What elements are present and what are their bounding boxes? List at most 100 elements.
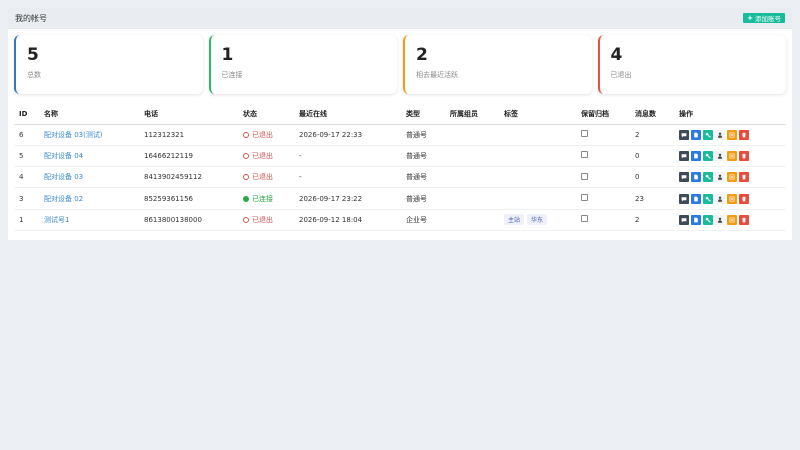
key-button[interactable]	[703, 214, 713, 225]
chat-button[interactable]	[679, 214, 689, 225]
archive-checkbox[interactable]	[581, 194, 588, 202]
note-button[interactable]	[727, 172, 737, 183]
chat-button[interactable]	[679, 129, 689, 140]
user-icon	[717, 174, 723, 180]
chat-icon	[681, 132, 687, 138]
status-indicator: 已退出	[243, 151, 273, 161]
stat-label: 相去最近活跃	[416, 71, 458, 79]
accounts-table: ID 名称 电话 状态 最近在线 类型 所属组员 标签 保留归档 消息数 操作 …	[14, 104, 786, 231]
chat-button[interactable]	[679, 172, 689, 183]
cell-tags	[499, 187, 576, 210]
cell-actions	[674, 166, 786, 189]
chat-button[interactable]	[679, 150, 689, 161]
note-icon	[729, 217, 735, 223]
cell-status: 已退出	[238, 209, 294, 231]
table-row: 6 配对设备 03(测试) 112312321 已退出 2026-09-17 2…	[14, 124, 786, 146]
file-button[interactable]	[691, 150, 701, 161]
archive-checkbox[interactable]	[581, 215, 588, 223]
table-row: 4 配对设备 03 8413902459112 已退出 - 普通号 0	[14, 166, 786, 189]
file-button[interactable]	[691, 193, 701, 204]
user-icon	[717, 153, 723, 159]
cell-archive	[576, 166, 630, 189]
cell-last-online: 2026-09-17 22:33	[294, 124, 401, 146]
cell-phone: 85259361156	[139, 187, 238, 210]
column-header: 标签	[499, 104, 576, 125]
stat-card-connected: 1 已连接	[208, 35, 397, 94]
device-name-link[interactable]: 测试号1	[39, 209, 139, 231]
cell-group	[445, 166, 499, 189]
status-text: 已退出	[252, 173, 273, 182]
cell-status: 已退出	[238, 124, 294, 146]
file-icon	[694, 174, 698, 180]
cell-id: 4	[14, 166, 39, 189]
device-name-link[interactable]: 配对设备 03	[39, 166, 139, 189]
chat-button[interactable]	[679, 193, 689, 204]
user-button[interactable]	[715, 129, 725, 140]
cell-actions	[674, 209, 786, 231]
cell-type: 普通号	[401, 124, 445, 146]
note-icon	[729, 153, 735, 159]
cell-actions	[674, 187, 786, 210]
cell-type: 普通号	[401, 145, 445, 168]
add-account-button[interactable]: + 添加账号	[743, 13, 785, 23]
delete-button[interactable]	[739, 129, 749, 140]
delete-button[interactable]	[739, 193, 749, 204]
device-name-link[interactable]: 配对设备 04	[39, 145, 139, 168]
note-button[interactable]	[727, 150, 737, 161]
file-button[interactable]	[691, 172, 701, 183]
stat-label: 已退出	[610, 71, 632, 79]
panel-header: 我的帐号 + 添加账号	[8, 8, 792, 29]
note-button[interactable]	[727, 193, 737, 204]
cell-archive	[576, 187, 630, 210]
key-button[interactable]	[703, 172, 713, 183]
archive-checkbox[interactable]	[581, 172, 588, 180]
file-icon	[694, 132, 698, 138]
status-text: 已连接	[252, 194, 273, 203]
file-button[interactable]	[691, 129, 701, 140]
archive-checkbox[interactable]	[581, 130, 588, 138]
user-button[interactable]	[715, 150, 725, 161]
row-actions	[679, 172, 786, 183]
cell-type: 普通号	[401, 187, 445, 210]
delete-button[interactable]	[739, 214, 749, 225]
cell-archive	[576, 145, 630, 168]
table-body: 6 配对设备 03(测试) 112312321 已退出 2026-09-17 2…	[14, 124, 786, 231]
delete-button[interactable]	[739, 150, 749, 161]
user-button[interactable]	[715, 193, 725, 204]
delete-button[interactable]	[739, 172, 749, 183]
key-button[interactable]	[703, 193, 713, 204]
note-button[interactable]	[727, 129, 737, 140]
key-icon	[705, 132, 711, 138]
row-actions	[679, 214, 786, 225]
device-name-link[interactable]: 配对设备 02	[39, 187, 139, 210]
file-icon	[694, 217, 698, 223]
column-header: 最近在线	[294, 104, 401, 125]
cell-actions	[674, 145, 786, 168]
user-icon	[717, 196, 723, 202]
device-name-link[interactable]: 配对设备 03(测试)	[39, 124, 139, 146]
cell-archive	[576, 124, 630, 146]
note-button[interactable]	[727, 214, 737, 225]
stat-card-logged-out: 4 已退出	[597, 35, 786, 94]
user-button[interactable]	[715, 214, 725, 225]
status-text: 已退出	[252, 151, 273, 160]
key-button[interactable]	[703, 150, 713, 161]
cell-group	[445, 145, 499, 168]
key-icon	[705, 175, 711, 180]
column-header: 所属组员	[445, 104, 499, 125]
key-button[interactable]	[703, 129, 713, 140]
stat-label: 总数	[27, 71, 41, 79]
archive-checkbox[interactable]	[581, 151, 588, 159]
user-button[interactable]	[715, 172, 725, 183]
file-button[interactable]	[691, 214, 701, 225]
table-row: 5 配对设备 04 16466212119 已退出 - 普通号 0	[14, 145, 786, 168]
cell-tags: 主站 华东	[499, 209, 576, 231]
key-icon	[705, 196, 711, 202]
cell-message-count: 2	[630, 124, 674, 146]
trash-icon	[742, 196, 746, 201]
column-header: 状态	[238, 104, 294, 125]
trash-icon	[742, 153, 746, 159]
row-actions	[679, 150, 786, 161]
table-row: 1 测试号1 8613800138000 已退出 2026-09-12 18:0…	[14, 209, 786, 231]
panel-title: 我的帐号	[15, 13, 47, 23]
